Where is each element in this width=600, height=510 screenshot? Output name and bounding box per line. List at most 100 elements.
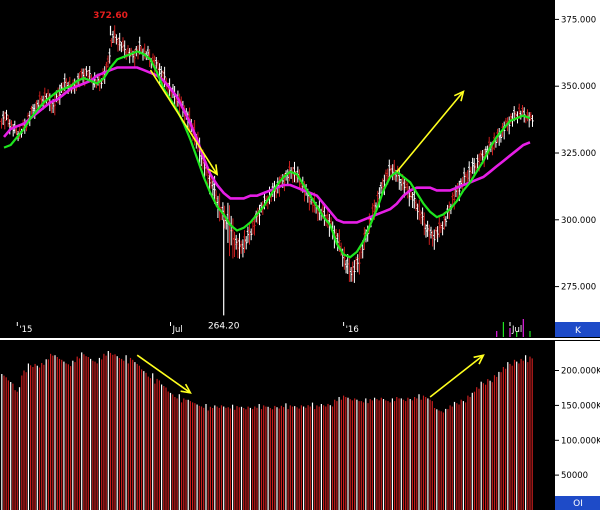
open-interest-bar bbox=[520, 358, 522, 510]
open-interest-bar bbox=[54, 355, 56, 510]
open-interest-bar bbox=[320, 404, 322, 510]
open-interest-bar bbox=[529, 356, 531, 510]
open-interest-bar bbox=[391, 398, 393, 510]
open-interest-bar bbox=[376, 399, 378, 510]
open-interest-bar bbox=[467, 395, 469, 510]
open-interest-bar bbox=[21, 375, 23, 510]
open-interest-bar bbox=[72, 360, 74, 510]
open-interest-bar bbox=[416, 398, 418, 510]
open-interest-bar bbox=[360, 401, 362, 510]
open-interest-bar bbox=[480, 381, 482, 510]
open-interest-bar bbox=[431, 401, 433, 510]
open-interest-bar bbox=[232, 404, 234, 510]
open-interest-bar bbox=[7, 380, 9, 510]
open-interest-bar bbox=[362, 402, 365, 510]
open-interest-bar bbox=[236, 406, 238, 510]
open-interest-bar bbox=[245, 409, 247, 510]
open-interest-bar bbox=[32, 367, 34, 510]
open-interest-bar bbox=[165, 387, 167, 510]
open-interest-bar bbox=[343, 395, 345, 510]
open-interest-bar bbox=[196, 404, 198, 510]
open-interest-bar bbox=[149, 378, 152, 510]
open-interest-bar bbox=[358, 401, 360, 510]
open-interest-bar bbox=[123, 360, 125, 510]
open-interest-bar bbox=[265, 406, 267, 510]
open-interest-bar bbox=[389, 402, 391, 510]
open-interest-bar bbox=[289, 405, 291, 510]
open-interest-bar bbox=[491, 382, 493, 510]
open-interest-bar bbox=[349, 399, 351, 510]
open-interest-bar bbox=[36, 365, 38, 510]
open-interest-bar bbox=[380, 397, 382, 510]
open-interest-bar bbox=[132, 359, 134, 510]
open-interest-bar bbox=[283, 407, 285, 510]
open-interest-bar bbox=[323, 405, 325, 510]
open-interest-bar bbox=[249, 407, 251, 510]
open-interest-bar bbox=[189, 401, 191, 510]
open-interest-bar bbox=[280, 405, 282, 510]
open-interest-bar bbox=[47, 359, 49, 510]
open-interest-bar bbox=[276, 407, 278, 510]
open-interest-bar bbox=[183, 398, 185, 510]
low-price-label: 264.20 bbox=[208, 321, 240, 331]
open-interest-bar bbox=[247, 406, 249, 510]
open-interest-bar bbox=[511, 365, 513, 510]
open-interest-bar bbox=[527, 362, 529, 510]
time-tick-label: Jul bbox=[172, 325, 183, 335]
open-interest-bar bbox=[305, 407, 307, 510]
open-interest-bar bbox=[396, 397, 398, 510]
open-interest-bar bbox=[176, 398, 178, 510]
open-interest-bar bbox=[152, 373, 154, 510]
open-interest-bar bbox=[156, 378, 158, 510]
open-interest-bar bbox=[487, 379, 489, 510]
open-interest-bar bbox=[345, 397, 347, 510]
open-interest-bar bbox=[116, 356, 118, 510]
open-interest-bar bbox=[473, 391, 476, 510]
open-interest-bar bbox=[50, 353, 52, 510]
open-interest-bar bbox=[96, 363, 98, 510]
open-interest-bar bbox=[25, 372, 27, 510]
open-interest-bar bbox=[61, 359, 63, 510]
open-interest-bar bbox=[52, 355, 54, 510]
open-interest-bar bbox=[493, 375, 496, 510]
open-interest-bar bbox=[365, 398, 367, 510]
open-interest-bar bbox=[460, 399, 462, 510]
open-interest-bar bbox=[354, 398, 356, 510]
open-interest-bar bbox=[225, 407, 227, 510]
volume-tick bbox=[502, 322, 504, 337]
open-interest-bar bbox=[227, 407, 229, 510]
open-interest-bar bbox=[216, 406, 218, 510]
open-interest-bar bbox=[445, 408, 447, 510]
open-interest-bar bbox=[185, 399, 187, 510]
open-interest-bar bbox=[294, 406, 296, 510]
open-interest-bar bbox=[114, 354, 116, 510]
high-price-label: 372.60 bbox=[93, 11, 128, 21]
open-interest-bar bbox=[402, 399, 405, 510]
open-interest-bar bbox=[256, 407, 258, 510]
open-interest-bar bbox=[469, 397, 471, 510]
open-interest-bar bbox=[482, 383, 484, 510]
open-interest-bar bbox=[442, 412, 444, 510]
open-interest-bar bbox=[145, 372, 147, 510]
axis-tick-label: 375.000 bbox=[561, 15, 596, 25]
open-interest-bar bbox=[92, 360, 94, 510]
open-interest-bar bbox=[451, 406, 453, 510]
open-interest-bar bbox=[121, 358, 123, 510]
open-interest-bar bbox=[154, 383, 156, 510]
open-interest-bar bbox=[87, 357, 89, 510]
open-interest-bar bbox=[525, 355, 527, 510]
open-interest-bar bbox=[78, 358, 81, 510]
open-interest-bar bbox=[74, 362, 76, 510]
open-interest-bar bbox=[489, 380, 491, 510]
open-interest-bar bbox=[194, 403, 196, 510]
open-interest-bar bbox=[502, 367, 504, 510]
open-interest-bar bbox=[509, 363, 511, 510]
open-interest-bar bbox=[471, 392, 473, 510]
open-interest-bar bbox=[405, 401, 407, 510]
open-interest-bar bbox=[45, 359, 47, 510]
open-interest-bar bbox=[447, 409, 449, 510]
volume-tick bbox=[529, 331, 531, 337]
open-interest-bar bbox=[269, 408, 271, 510]
open-interest-bar bbox=[158, 380, 160, 510]
open-interest-bar bbox=[129, 357, 132, 510]
